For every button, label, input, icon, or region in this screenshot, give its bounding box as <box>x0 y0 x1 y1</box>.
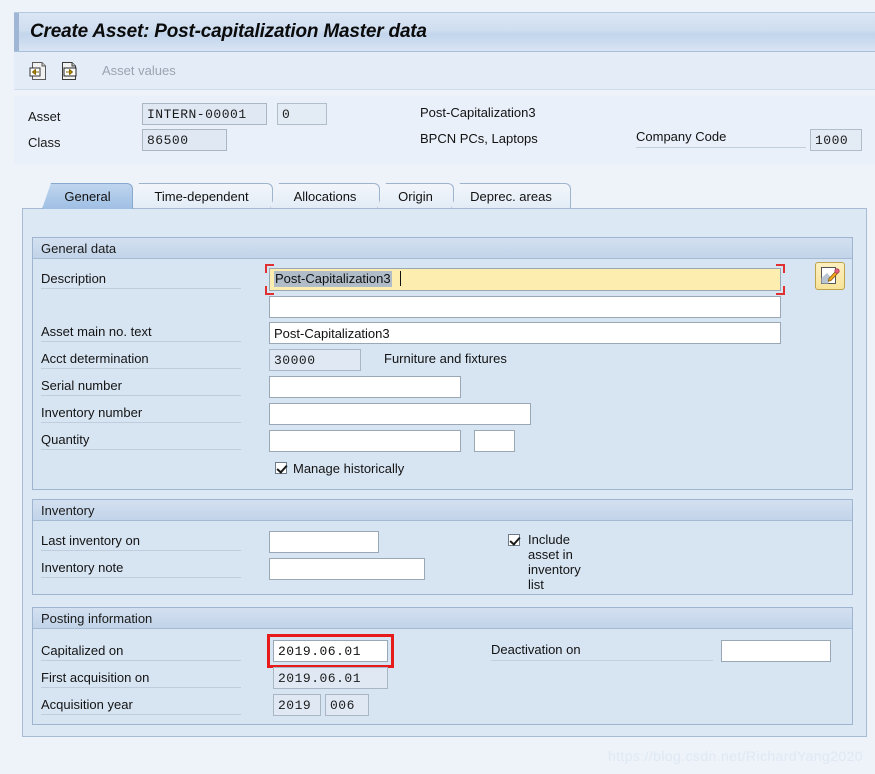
class-description-text: BPCN PCs, Laptops <box>420 131 538 146</box>
include-asset-checkbox[interactable] <box>508 534 520 546</box>
description-input[interactable] <box>269 268 781 291</box>
description-field-wrapper: Post-Capitalization3 <box>265 264 785 295</box>
general-data-group: General data Description Post-Capitaliza… <box>32 237 853 490</box>
asset-description-text: Post-Capitalization3 <box>420 105 536 120</box>
quantity-unit-input[interactable] <box>474 430 515 452</box>
inventory-note-input[interactable] <box>269 558 425 580</box>
general-data-group-title: General data <box>33 238 852 259</box>
last-inventory-on-input[interactable] <box>269 531 379 553</box>
company-code-input[interactable] <box>810 129 862 151</box>
class-label: Class <box>28 134 61 150</box>
sap-gui-window: Create Asset: Post-capitalization Master… <box>0 0 875 774</box>
capitalized-on-row: Capitalized on <box>41 639 241 665</box>
acct-determination-row: Acct determination <box>41 347 241 373</box>
page-title: Create Asset: Post-capitalization Master… <box>30 21 427 42</box>
serial-number-input[interactable] <box>269 376 461 398</box>
inventory-group-title: Inventory <box>33 500 852 521</box>
asset-main-no-text-label: Asset main no. text <box>41 324 241 342</box>
description-label: Description <box>41 271 241 289</box>
serial-number-label: Serial number <box>41 378 241 396</box>
description-line2-input[interactable] <box>269 296 781 318</box>
asset-subnumber-input[interactable] <box>277 103 327 125</box>
last-inventory-on-row: Last inventory on <box>41 529 241 555</box>
capitalized-on-input[interactable] <box>273 640 388 662</box>
watermark-text: https://blog.csdn.net/RichardYang2020 <box>607 748 863 764</box>
class-row: Class <box>28 130 138 154</box>
tab-strip: General Time-dependent Allocations Origi… <box>22 183 867 209</box>
deactivation-on-label: Deactivation on <box>491 642 713 661</box>
window-title-bar: Create Asset: Post-capitalization Master… <box>14 12 875 52</box>
asset-main-no-text-input[interactable] <box>269 322 781 344</box>
last-inventory-on-label: Last inventory on <box>41 533 241 551</box>
quantity-input[interactable] <box>269 430 461 452</box>
manage-historically-row[interactable]: Manage historically <box>275 455 404 481</box>
pencil-edit-icon <box>821 267 840 284</box>
acquisition-year-row: Acquisition year <box>41 693 241 719</box>
inventory-number-input[interactable] <box>269 403 531 425</box>
tab-origin-label: Origin <box>398 189 433 204</box>
posting-information-group: Posting information Capitalized on Deact… <box>32 607 853 725</box>
posting-information-group-title: Posting information <box>33 608 852 629</box>
tab-allocations[interactable]: Allocations <box>270 183 380 209</box>
include-asset-label: Include asset in inventory list <box>528 532 581 592</box>
serial-number-row: Serial number <box>41 374 241 400</box>
tab-time-dependent-label: Time-dependent <box>154 189 249 204</box>
first-acquisition-on-label: First acquisition on <box>41 670 241 688</box>
first-acquisition-on-row: First acquisition on <box>41 666 241 692</box>
tab-general-label: General <box>64 189 111 204</box>
inventory-number-row: Inventory number <box>41 401 241 427</box>
inventory-note-label: Inventory note <box>41 560 241 578</box>
general-tab-panel: General data Description Post-Capitaliza… <box>22 208 867 737</box>
asset-label: Asset <box>28 108 61 124</box>
asset-row: Asset <box>28 104 138 128</box>
asset-number-input[interactable] <box>142 103 267 125</box>
deactivation-on-input[interactable] <box>721 640 831 662</box>
quantity-label: Quantity <box>41 432 241 450</box>
asset-header-area: Asset Post-Capitalization3 Class BPCN PC… <box>14 96 875 164</box>
asset-values-back-icon[interactable] <box>28 60 50 82</box>
acquisition-year-label: Acquisition year <box>41 697 241 715</box>
acct-determination-label: Acct determination <box>41 351 241 369</box>
long-text-edit-button[interactable] <box>815 262 845 290</box>
description-row: Description <box>41 267 241 293</box>
first-acquisition-on-input[interactable] <box>273 667 388 689</box>
class-input[interactable] <box>142 129 227 151</box>
asset-main-no-text-row: Asset main no. text <box>41 320 241 346</box>
acct-determination-text: Furniture and fixtures <box>384 351 507 366</box>
quantity-row: Quantity <box>41 428 241 454</box>
tab-allocations-label: Allocations <box>293 189 357 204</box>
acct-determination-input[interactable] <box>269 349 361 371</box>
manage-historically-label: Manage historically <box>293 460 405 476</box>
manage-historically-checkbox[interactable] <box>275 462 287 474</box>
company-code-label: Company Code <box>636 129 806 148</box>
asset-values-label: Asset values <box>102 63 176 78</box>
inventory-note-row: Inventory note <box>41 556 241 582</box>
tab-deprec-areas[interactable]: Deprec. areas <box>451 183 571 209</box>
inventory-number-label: Inventory number <box>41 405 241 423</box>
capitalized-on-label: Capitalized on <box>41 643 241 661</box>
tab-origin[interactable]: Origin <box>377 183 454 209</box>
inventory-group: Inventory Last inventory on Include asse… <box>32 499 853 595</box>
tab-time-dependent[interactable]: Time-dependent <box>130 183 273 209</box>
tab-general[interactable]: General <box>42 183 133 209</box>
tab-deprec-areas-label: Deprec. areas <box>470 189 552 204</box>
application-toolbar: Asset values <box>14 52 875 90</box>
acquisition-period-input[interactable] <box>325 694 369 716</box>
acquisition-year-input[interactable] <box>273 694 321 716</box>
asset-values-forward-icon[interactable] <box>58 60 80 82</box>
